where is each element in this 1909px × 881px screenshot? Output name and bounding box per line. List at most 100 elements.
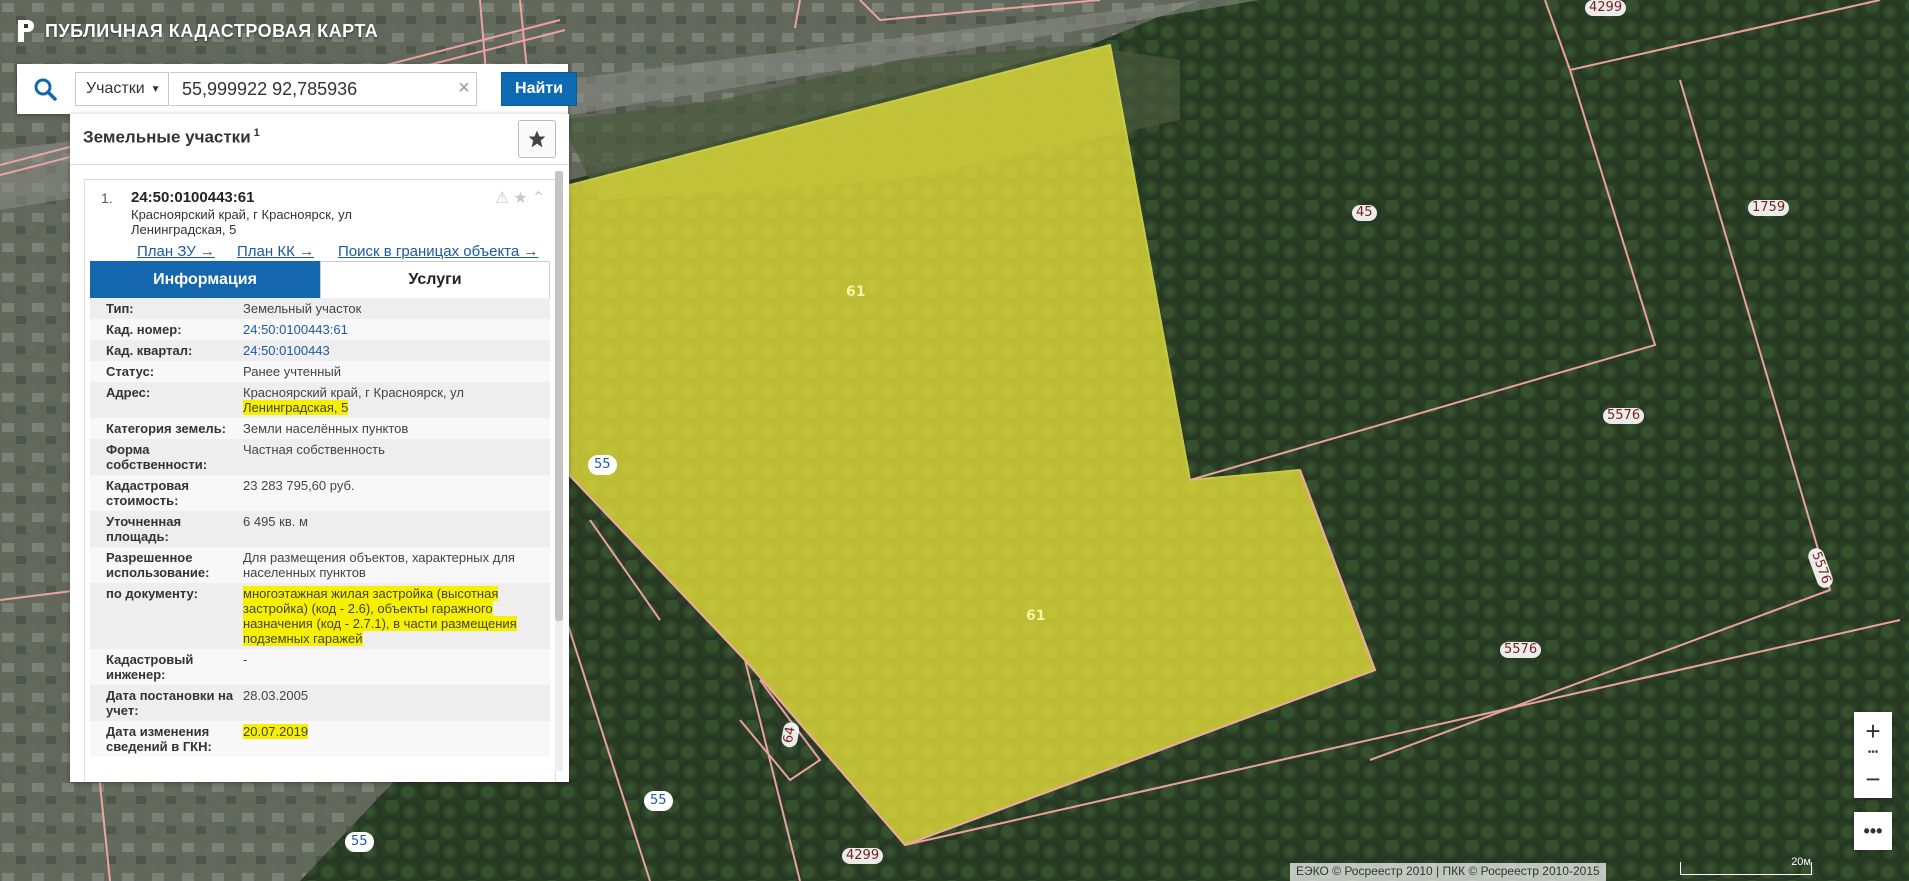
map-label: 55 — [588, 455, 617, 475]
result-number: 1. — [101, 190, 113, 206]
info-value: 24:50:0100443:61 — [243, 319, 550, 340]
scale-label: 20м — [1791, 856, 1811, 868]
chevron-up-icon[interactable]: ⌃ — [532, 188, 545, 208]
result-cadastral-number[interactable]: 24:50:0100443:61 — [131, 189, 254, 206]
plan-kk-link[interactable]: План КК → — [237, 243, 314, 260]
search-type-label: Участки — [86, 80, 145, 97]
info-value: 6 495 кв. м — [243, 514, 308, 529]
info-row: Тип: Земельный участок — [90, 298, 550, 319]
plan-zu-link[interactable]: План ЗУ → — [137, 243, 215, 260]
address-highlight: Ленинградская, 5 — [243, 400, 349, 415]
panel-header: Земельные участки 1 — [70, 114, 569, 165]
info-row: Кадастровый инженер: - — [90, 649, 550, 685]
info-key: Дата постановки на учет: — [106, 688, 234, 718]
info-value: 23 283 795,60 руб. — [243, 478, 355, 493]
info-key: Кадастровая стоимость: — [106, 478, 189, 508]
info-value: Ранее учтенный — [243, 364, 341, 379]
map-label: 4299 — [1585, 0, 1627, 16]
info-key: Тип: — [106, 301, 134, 316]
document-usage-highlight: многоэтажная жилая застройка (высотная з… — [243, 586, 517, 646]
cadnum-link[interactable]: 24:50:0100443:61 — [243, 322, 348, 337]
search-bar: Участки ▼ × Найти — [17, 64, 577, 114]
result-tabs: Информация Услуги — [90, 261, 550, 299]
info-key: Кадастровый инженер: — [106, 652, 194, 682]
tab-services[interactable]: Услуги — [320, 261, 550, 299]
change-date-highlight: 20.07.2019 — [243, 724, 309, 739]
info-value: Частная собственность — [243, 442, 385, 457]
map-label: 4299 — [842, 848, 884, 864]
result-actions: ⚠ ★ ⌃ — [495, 188, 545, 208]
search-in-bounds-link[interactable]: Поиск в границах объекта → — [338, 243, 538, 260]
info-row: Статус: Ранее учтенный — [90, 361, 550, 382]
find-button[interactable]: Найти — [501, 72, 577, 106]
info-key: Кад. квартал: — [106, 343, 193, 358]
app-title: ПУБЛИЧНАЯ КАДАСТРОВАЯ КАРТА — [45, 20, 379, 41]
info-row: Уточненная площадь: 6 495 кв. м — [90, 511, 550, 547]
info-key: по документу: — [106, 586, 198, 601]
info-key: Адрес: — [106, 385, 151, 400]
map-label: 5576 — [1603, 408, 1645, 424]
info-value: 28.03.2005 — [243, 688, 309, 703]
info-key: Уточненная площадь: — [106, 514, 182, 544]
address-text: Красноярский край, г Красноярск, ул — [243, 385, 464, 400]
panel-scroll[interactable]: 1. 24:50:0100443:61 Красноярский край, г… — [70, 167, 569, 782]
info-value: Для размещения объектов, характерных для… — [243, 550, 515, 580]
zoom-in-icon[interactable]: + — [1854, 712, 1892, 750]
zoom-dots: ••• — [1867, 747, 1879, 758]
warning-icon[interactable]: ⚠ — [495, 188, 509, 208]
panel-scrollbar[interactable] — [555, 171, 563, 771]
caret-down-icon: ▼ — [150, 83, 161, 95]
tab-information[interactable]: Информация — [90, 261, 320, 299]
map-scale: 20м — [1680, 856, 1812, 875]
result-card[interactable]: 1. 24:50:0100443:61 Красноярский край, г… — [84, 179, 556, 782]
cadastral-quarter-link[interactable]: 24:50:0100443 — [243, 343, 330, 358]
search-icon[interactable] — [17, 64, 72, 114]
info-value: многоэтажная жилая застройка (высотная з… — [243, 583, 550, 649]
info-row: Кад. номер: 24:50:0100443:61 — [90, 319, 550, 340]
zoom-control: + ••• − — [1854, 712, 1892, 798]
panel-title-text: Земельные участки — [83, 127, 251, 147]
result-count: 1 — [253, 127, 260, 139]
search-input[interactable] — [170, 72, 477, 106]
info-row: Категория земель: Земли населённых пункт… — [90, 418, 550, 439]
star-icon — [528, 130, 546, 148]
parcel-label: 61 — [1026, 608, 1046, 624]
info-table: Тип: Земельный участок Кад. номер: 24:50… — [90, 298, 550, 757]
map-label: 55 — [345, 832, 374, 852]
info-value: Земельный участок — [243, 301, 362, 316]
map-label: 1759 — [1748, 200, 1790, 216]
scrollbar-thumb[interactable] — [555, 171, 563, 621]
map-label: 55 — [644, 791, 673, 811]
info-value: Красноярский край, г Красноярск, ул Лени… — [243, 382, 550, 418]
map-label: 45 — [1352, 205, 1377, 221]
search-type-select[interactable]: Участки ▼ — [75, 72, 169, 106]
info-row: Кадастровая стоимость: 23 283 795,60 руб… — [90, 475, 550, 511]
app-brand: ПУБЛИЧНАЯ КАДАСТРОВАЯ КАРТА — [15, 18, 378, 44]
info-key: Дата изменения сведений в ГКН: — [106, 724, 212, 754]
info-key: Статус: — [106, 364, 155, 379]
more-icon[interactable]: ••• — [1854, 812, 1892, 850]
info-value: 20.07.2019 — [243, 721, 550, 757]
info-value: Земли населённых пунктов — [243, 421, 409, 436]
info-row: Кад. квартал: 24:50:0100443 — [90, 340, 550, 361]
info-key: Разрешенное использование: — [106, 550, 210, 580]
info-key: Категория земель: — [106, 421, 227, 436]
results-panel: Земельные участки 1 1. 24:50:0100443:61 К… — [70, 114, 569, 782]
info-value: - — [243, 652, 248, 667]
result-address: Красноярский край, г Красноярск, ул Лени… — [131, 207, 352, 237]
star-icon[interactable]: ★ — [513, 188, 527, 208]
info-value: 24:50:0100443 — [243, 340, 550, 361]
info-row: Адрес: Красноярский край, г Красноярск, … — [90, 382, 550, 418]
clear-icon[interactable]: × — [453, 77, 475, 99]
info-row: Разрешенное использование: Для размещени… — [90, 547, 550, 583]
favorites-button[interactable] — [518, 120, 556, 158]
info-row: Дата изменения сведений в ГКН: 20.07.201… — [90, 721, 550, 757]
map-copyright: ЕЭКО © Росреестр 2010 | ПКК © Росреестр … — [1290, 863, 1606, 881]
info-key: Кад. номер: — [106, 322, 182, 337]
info-row: Форма собственности: Частная собственнос… — [90, 439, 550, 475]
parcel-label: 61 — [846, 284, 866, 300]
logo-icon — [18, 20, 34, 42]
zoom-out-icon[interactable]: − — [1854, 760, 1892, 798]
info-row: Дата постановки на учет: 28.03.2005 — [90, 685, 550, 721]
map-label: 5576 — [1500, 642, 1542, 658]
